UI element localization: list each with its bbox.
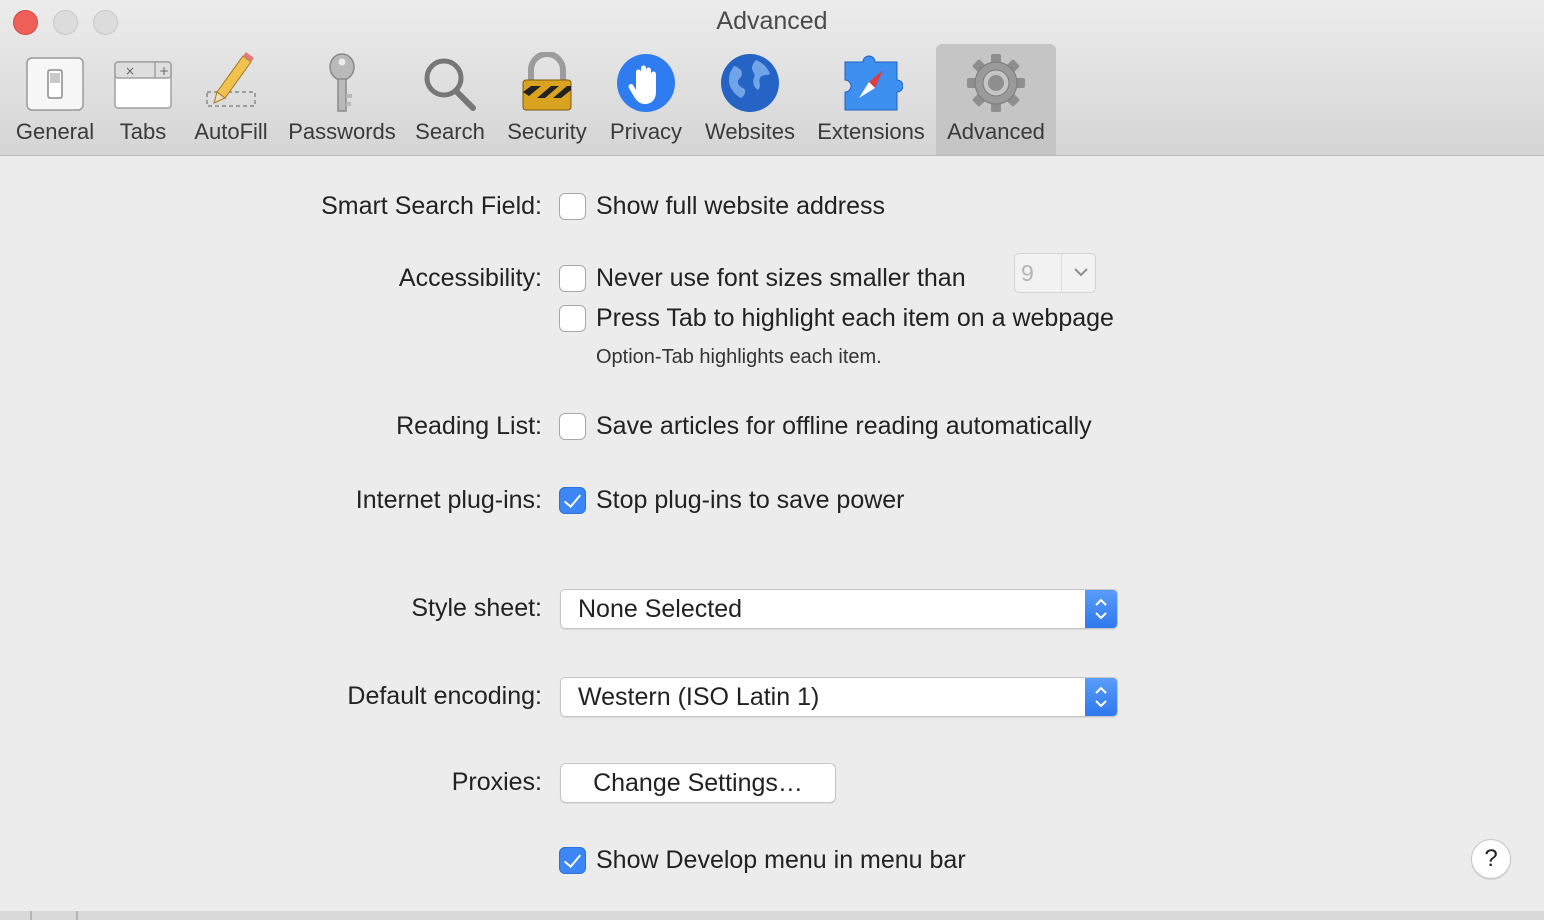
hand-icon [617, 54, 675, 112]
padlock-icon [522, 52, 572, 111]
smart-search-field-label: Smart Search Field: [321, 192, 542, 220]
offline-reading-text[interactable]: Save articles for offline reading automa… [596, 412, 1092, 441]
tabs-icon: × + [114, 61, 172, 109]
tab-label: Advanced [947, 119, 1045, 144]
tab-label: Privacy [609, 119, 683, 144]
window-toolbar: Advanced General × + Tabs AutoFill Passw… [0, 0, 1544, 156]
min-font-size-select[interactable]: 9 [1014, 253, 1096, 293]
tab-label: Search [415, 119, 485, 144]
help-button[interactable]: ? [1471, 839, 1511, 879]
popup-arrows-icon [1085, 678, 1117, 716]
tab-label: Passwords [288, 119, 396, 144]
puzzle-compass-icon [844, 55, 903, 111]
tab-advanced[interactable]: Advanced [936, 44, 1056, 155]
tab-passwords[interactable]: Passwords [282, 44, 402, 155]
tab-label: Websites [704, 119, 796, 144]
style-sheet-popup[interactable]: None Selected [560, 589, 1118, 629]
chevron-down-icon [1074, 268, 1088, 277]
window-title: Advanced [716, 7, 828, 35]
show-full-address-checkbox[interactable] [559, 193, 586, 220]
tab-label: Extensions [817, 119, 925, 144]
tab-label: Tabs [119, 119, 167, 144]
default-encoding-label: Default encoding: [347, 682, 542, 710]
tab-highlight-checkbox[interactable] [559, 305, 586, 332]
window-bottom-edge [0, 911, 1544, 920]
globe-icon [721, 54, 779, 112]
svg-text:×: × [125, 64, 135, 78]
default-encoding-value: Western (ISO Latin 1) [578, 683, 820, 711]
accessibility-label: Accessibility: [398, 264, 542, 292]
tab-general[interactable]: General [5, 44, 105, 155]
change-settings-button[interactable]: Change Settings… [560, 763, 836, 803]
light-switch-icon [26, 57, 84, 111]
change-settings-label: Change Settings… [593, 769, 803, 797]
popup-arrows-icon [1085, 590, 1117, 628]
style-sheet-label: Style sheet: [411, 594, 542, 622]
min-font-size-value: 9 [1021, 260, 1034, 286]
tab-label: Security [507, 119, 587, 144]
tab-highlight-hint: Option-Tab highlights each item. [596, 346, 882, 368]
tab-extensions[interactable]: Extensions [810, 44, 932, 155]
tab-label: General [15, 119, 95, 144]
svg-text:+: + [159, 64, 169, 78]
proxies-label: Proxies: [451, 768, 542, 796]
reading-list-label: Reading List: [396, 412, 542, 440]
show-full-address-text[interactable]: Show full website address [596, 192, 885, 221]
tab-autofill[interactable]: AutoFill [186, 44, 276, 155]
tab-tabs[interactable]: × + Tabs [108, 44, 178, 155]
help-icon: ? [1484, 845, 1498, 872]
tab-security[interactable]: Security [498, 44, 596, 155]
min-font-size-text[interactable]: Never use font sizes smaller than [596, 264, 966, 293]
internet-plugins-label: Internet plug-ins: [355, 486, 542, 514]
background-window-edge [30, 911, 78, 920]
show-develop-menu-text[interactable]: Show Develop menu in menu bar [596, 846, 966, 875]
tab-privacy[interactable]: Privacy [602, 44, 690, 155]
offline-reading-checkbox[interactable] [559, 413, 586, 440]
tab-highlight-text[interactable]: Press Tab to highlight each item on a we… [596, 304, 1114, 333]
gear-icon [967, 54, 1025, 112]
stop-plugins-text[interactable]: Stop plug-ins to save power [596, 486, 905, 515]
pencil-icon [206, 52, 256, 107]
key-icon [329, 53, 355, 112]
magnifier-icon [424, 58, 476, 111]
tab-search[interactable]: Search [408, 44, 492, 155]
min-font-size-checkbox[interactable] [559, 265, 586, 292]
stop-plugins-checkbox[interactable] [559, 487, 586, 514]
style-sheet-value: None Selected [578, 595, 743, 623]
default-encoding-popup[interactable]: Western (ISO Latin 1) [560, 677, 1118, 717]
tab-websites[interactable]: Websites [696, 44, 804, 155]
tab-label: AutoFill [194, 119, 268, 144]
show-develop-menu-checkbox[interactable] [559, 847, 586, 874]
